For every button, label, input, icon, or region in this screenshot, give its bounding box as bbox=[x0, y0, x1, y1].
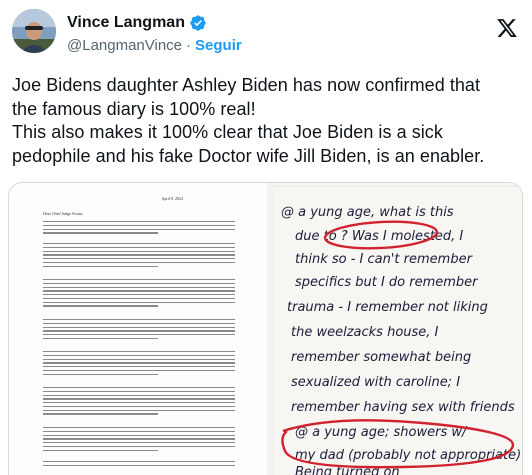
letter-date: April 8, 2024 bbox=[161, 196, 183, 201]
author-handle-row: @LangmanVince · Seguir bbox=[67, 37, 242, 54]
diary-handwriting: @ a yung age, what is this due to ? Was … bbox=[273, 183, 522, 475]
diary-line: sexualized with caroline; I bbox=[291, 375, 460, 390]
author-name[interactable]: Vince Langman bbox=[67, 14, 185, 32]
tweet-text: Joe Bidens daughter Ashley Biden has now… bbox=[12, 74, 524, 168]
diary-line: specifics but I do remember bbox=[295, 275, 479, 290]
author-handle[interactable]: @LangmanVince bbox=[67, 37, 182, 54]
diary-line: the weelzacks house, I bbox=[291, 325, 439, 340]
avatar[interactable] bbox=[12, 9, 56, 53]
tweet-line: Joe Bidens daughter Ashley Biden has now… bbox=[12, 75, 481, 95]
avatar-photo bbox=[12, 9, 56, 53]
diary-line: @ a yung age, what is this bbox=[281, 205, 454, 220]
diary-line: remember somewhat being bbox=[291, 350, 471, 365]
diary-line: remember having sex with friends bbox=[291, 400, 515, 415]
letter-paragraph bbox=[43, 461, 235, 469]
tweet-header: Vince Langman @LangmanVince · Seguir bbox=[12, 9, 520, 59]
letter-greeting: Dear Chief Judge Swain, bbox=[43, 211, 83, 216]
x-logo-icon[interactable] bbox=[496, 17, 518, 39]
separator-dot: · bbox=[186, 37, 192, 54]
letter-paragraph bbox=[43, 427, 235, 453]
verified-badge-icon bbox=[190, 15, 206, 31]
letter-paragraph bbox=[43, 243, 235, 269]
letter-paragraph bbox=[43, 319, 235, 342]
letter-image[interactable]: April 8, 2024 Dear Chief Judge Swain, bbox=[9, 183, 267, 475]
diary-line: due to ? Was I molested, I bbox=[295, 229, 463, 244]
letter-paragraph bbox=[43, 387, 235, 417]
tweet-line: pedophile and his fake Doctor wife Jill … bbox=[12, 145, 485, 166]
letter-paragraph bbox=[43, 221, 235, 236]
tweet-media[interactable]: April 8, 2024 Dear Chief Judge Swain, @ … bbox=[8, 182, 523, 475]
tweet-line: the famous diary is 100% real! bbox=[12, 98, 256, 119]
diary-line: think so - I can't remember bbox=[295, 252, 474, 267]
diary-line: trauma - I remember not liking bbox=[287, 300, 488, 315]
diary-image[interactable]: @ a yung age, what is this due to ? Was … bbox=[273, 183, 522, 475]
letter-paragraph bbox=[43, 351, 235, 377]
tweet-line: This also makes it 100% clear that Joe B… bbox=[12, 122, 443, 142]
letter-paragraph bbox=[43, 279, 235, 309]
follow-button[interactable]: Seguir bbox=[195, 37, 242, 54]
diary-line: @ a yung age; showers w/ bbox=[295, 425, 468, 440]
author-name-row: Vince Langman bbox=[67, 14, 207, 32]
